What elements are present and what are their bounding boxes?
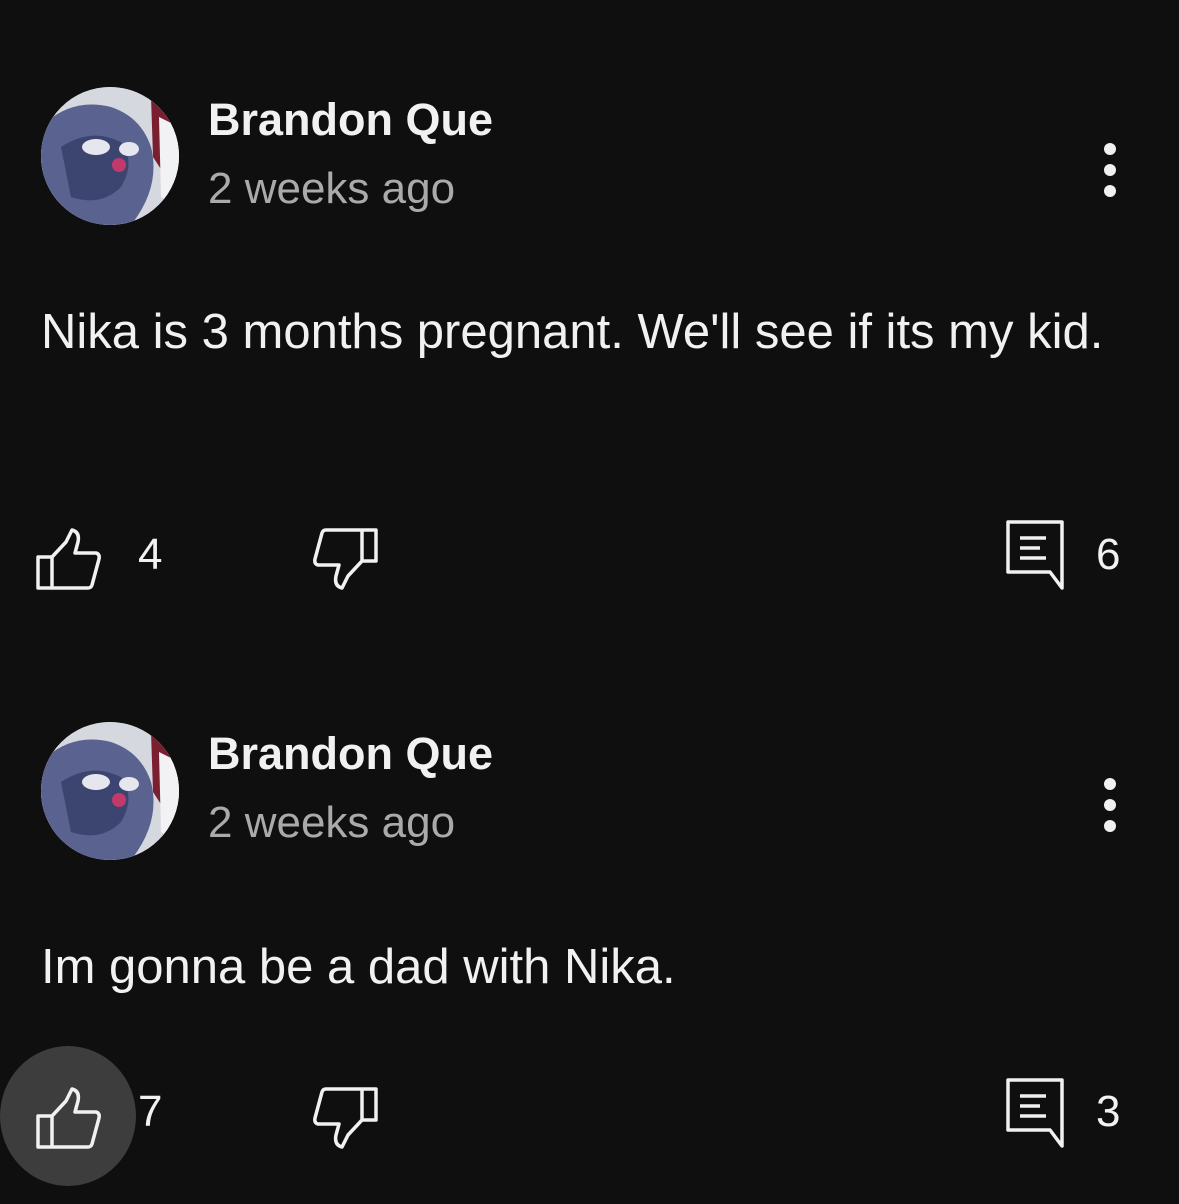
comment-text: Nika is 3 months pregnant. We'll see if … xyxy=(41,305,1104,359)
like-button[interactable] xyxy=(36,528,102,590)
comment-author[interactable]: Brandon Que xyxy=(208,728,493,780)
reply-comment-icon xyxy=(1006,1078,1064,1148)
reply-button[interactable] xyxy=(1006,1078,1064,1150)
reply-count: 3 xyxy=(1096,1087,1121,1136)
like-count: 7 xyxy=(138,1087,163,1136)
thumbs-up-icon xyxy=(36,528,101,590)
comment-timestamp: 2 weeks ago xyxy=(208,164,456,213)
thumbs-down-icon xyxy=(313,1087,378,1149)
avatar[interactable] xyxy=(41,722,179,860)
more-vertical-icon[interactable] xyxy=(1086,135,1134,205)
reply-comment-icon xyxy=(1006,520,1064,590)
like-count: 4 xyxy=(138,530,163,579)
avatar-image xyxy=(41,722,179,860)
avatar-image xyxy=(41,87,179,225)
comment-2: Brandon Que 2 weeks ago Im gonna be a da… xyxy=(0,640,1179,1204)
dislike-button[interactable] xyxy=(312,1087,378,1149)
avatar[interactable] xyxy=(41,87,179,225)
reply-button[interactable] xyxy=(1006,520,1064,592)
comment-1: Brandon Que 2 weeks ago Nika is 3 months… xyxy=(0,0,1179,640)
thumbs-up-icon xyxy=(36,1087,101,1149)
like-button[interactable] xyxy=(36,1087,102,1149)
comment-author[interactable]: Brandon Que xyxy=(208,94,493,146)
reply-count: 6 xyxy=(1096,530,1121,579)
more-vertical-icon[interactable] xyxy=(1086,770,1134,840)
comment-timestamp: 2 weeks ago xyxy=(208,798,456,847)
comment-text: Im gonna be a dad with Nika. xyxy=(41,940,676,994)
dislike-button[interactable] xyxy=(312,528,378,590)
thumbs-down-icon xyxy=(313,528,378,590)
